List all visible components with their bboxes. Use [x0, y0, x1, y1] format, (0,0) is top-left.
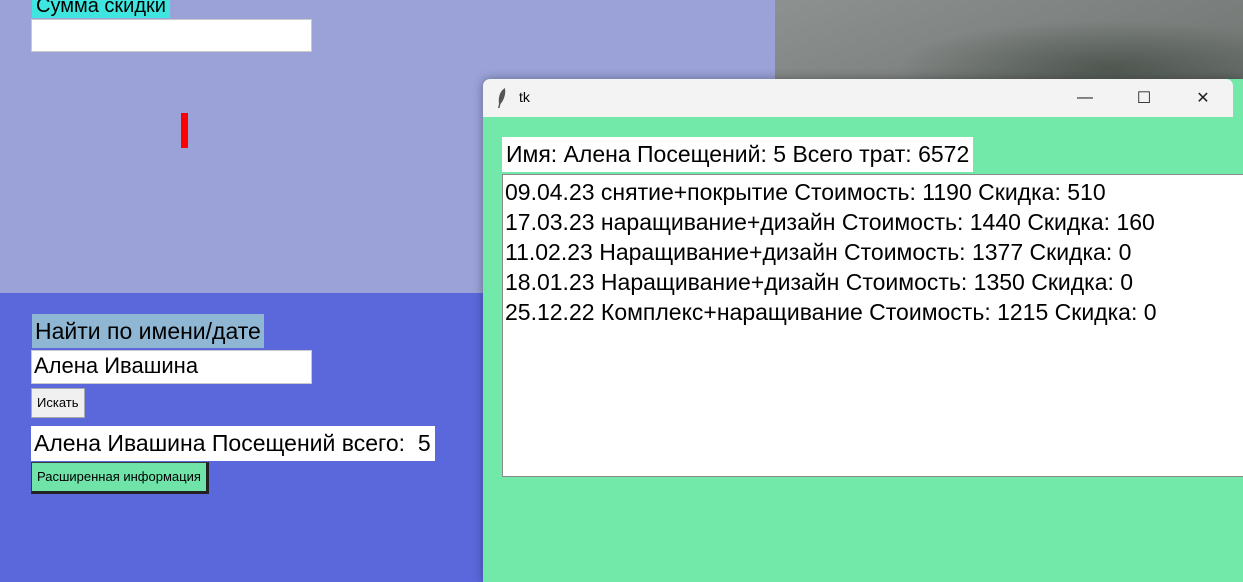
list-item[interactable]: 25.12.22 Комплекс+наращивание Стоимость:…: [505, 297, 1243, 327]
minimize-button[interactable]: —: [1056, 79, 1114, 117]
extended-info-button[interactable]: Расширенная информация: [31, 462, 209, 494]
search-button[interactable]: Искать: [31, 388, 85, 418]
visits-listbox[interactable]: 09.04.23 снятие+покрытие Стоимость: 1190…: [502, 174, 1243, 477]
tk-feather-icon: [498, 88, 506, 108]
close-icon: ✕: [1196, 90, 1210, 107]
red-indicator: [181, 113, 188, 148]
popup-window: tk — ☐ ✕ Имя: Алена Посещений: 5 Всего т…: [483, 79, 1243, 582]
list-item[interactable]: 18.01.23 Наращивание+дизайн Стоимость: 1…: [505, 267, 1243, 297]
title-bar[interactable]: tk — ☐ ✕: [483, 79, 1233, 117]
discount-label: Сумма скидки: [32, 0, 170, 18]
find-label: Найти по имени/дате: [32, 314, 264, 348]
close-button[interactable]: ✕: [1174, 79, 1232, 117]
maximize-button[interactable]: ☐: [1115, 79, 1173, 117]
list-item[interactable]: 09.04.23 снятие+покрытие Стоимость: 1190…: [505, 177, 1243, 207]
list-item[interactable]: 11.02.23 Наращивание+дизайн Стоимость: 1…: [505, 237, 1243, 267]
maximize-icon: ☐: [1136, 90, 1152, 107]
client-summary-label: Имя: Алена Посещений: 5 Всего трат: 6572: [502, 137, 974, 172]
list-item[interactable]: 17.03.23 наращивание+дизайн Стоимость: 1…: [505, 207, 1243, 237]
search-result-label: Алена Ивашина Посещений всего: 5: [31, 426, 435, 461]
discount-field[interactable]: [31, 19, 312, 52]
name-search-input[interactable]: Алена Ивашина: [31, 350, 312, 384]
minimize-icon: —: [1077, 89, 1093, 106]
window-title: tk: [519, 89, 530, 105]
